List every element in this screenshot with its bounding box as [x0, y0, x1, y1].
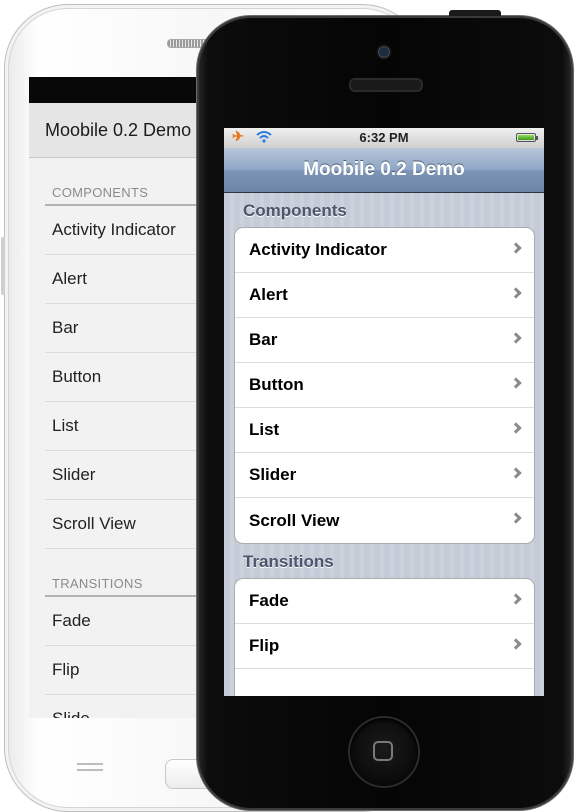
status-time: 6:32 PM: [359, 130, 409, 145]
android-header-title: Moobile 0.2 Demo: [45, 119, 192, 140]
android-screen: Moobile 0.2 Demo COMPONENTS Activity Ind…: [29, 77, 201, 718]
list-item-label: Alert: [249, 285, 288, 304]
chevron-right-icon: [510, 332, 522, 344]
list-item[interactable]: [235, 669, 534, 696]
iphone-home-button[interactable]: [350, 718, 418, 786]
chevron-right-icon: [510, 593, 522, 605]
android-section-components: COMPONENTS: [45, 176, 201, 206]
android-list-item[interactable]: Bar: [45, 304, 201, 353]
front-camera-icon: [378, 46, 390, 58]
list-item[interactable]: Fade: [235, 579, 534, 624]
home-square-icon: [373, 741, 393, 761]
list-item-label: List: [249, 420, 280, 439]
chevron-right-icon: [510, 467, 522, 479]
list-item[interactable]: Bar: [235, 318, 534, 363]
section-title-components: Components: [243, 201, 347, 220]
chevron-right-icon: [510, 422, 522, 434]
chevron-right-icon: [510, 242, 522, 254]
components-group: Activity Indicator Alert Bar Button List…: [234, 227, 535, 544]
android-list-item[interactable]: Slide: [45, 695, 201, 718]
list-item-label: Flip: [249, 636, 280, 655]
status-bar: ✈ 6:32 PM: [224, 128, 544, 148]
android-list-item[interactable]: List: [45, 402, 201, 451]
section-title-transitions: Transitions: [243, 552, 334, 571]
nav-title: Moobile 0.2 Demo: [303, 159, 465, 180]
android-list-item[interactable]: Slider: [45, 451, 201, 500]
list-item[interactable]: Alert: [235, 273, 534, 318]
chevron-right-icon: [510, 638, 522, 650]
navigation-bar: Moobile 0.2 Demo: [224, 148, 544, 193]
android-list-item[interactable]: Flip: [45, 646, 201, 695]
battery-icon: [516, 133, 538, 142]
android-list-item[interactable]: Button: [45, 353, 201, 402]
list-item-label: Scroll View: [249, 510, 340, 530]
list-item[interactable]: List: [235, 408, 534, 453]
list-item-label: Button: [249, 375, 304, 394]
android-section-transitions: TRANSITIONS: [45, 567, 201, 597]
android-list-item[interactable]: Activity Indicator: [45, 206, 201, 255]
transitions-group: Fade Flip: [234, 578, 535, 696]
iphone: ✈ 6:32 PM Moobile 0.2 Demo Components Ac…: [197, 10, 573, 810]
android-list-item[interactable]: Scroll View: [45, 500, 201, 549]
list-item[interactable]: Slider: [235, 453, 534, 498]
android-status-bar: [29, 77, 201, 103]
iphone-screen: ✈ 6:32 PM Moobile 0.2 Demo Components Ac…: [224, 128, 544, 696]
chevron-right-icon: [510, 512, 522, 524]
iphone-speaker: [349, 78, 423, 92]
chevron-right-icon: [510, 287, 522, 299]
list-item-label: Fade: [249, 591, 289, 610]
chevron-right-icon: [510, 377, 522, 389]
menu-icon[interactable]: [77, 763, 103, 777]
android-list-item[interactable]: Fade: [45, 597, 201, 646]
list-item[interactable]: Button: [235, 363, 534, 408]
list-item[interactable]: Flip: [235, 624, 534, 669]
list-item[interactable]: Activity Indicator: [235, 228, 534, 273]
android-list-item[interactable]: Alert: [45, 255, 201, 304]
iphone-power-button: [449, 10, 501, 16]
android-volume-key: [1, 237, 5, 295]
android-header: Moobile 0.2 Demo: [29, 103, 201, 158]
list-item-label: Activity Indicator: [249, 240, 387, 259]
list-item[interactable]: Scroll View: [235, 498, 534, 543]
list-item-label: Slider: [249, 465, 297, 484]
list-item-label: Bar: [249, 330, 278, 349]
